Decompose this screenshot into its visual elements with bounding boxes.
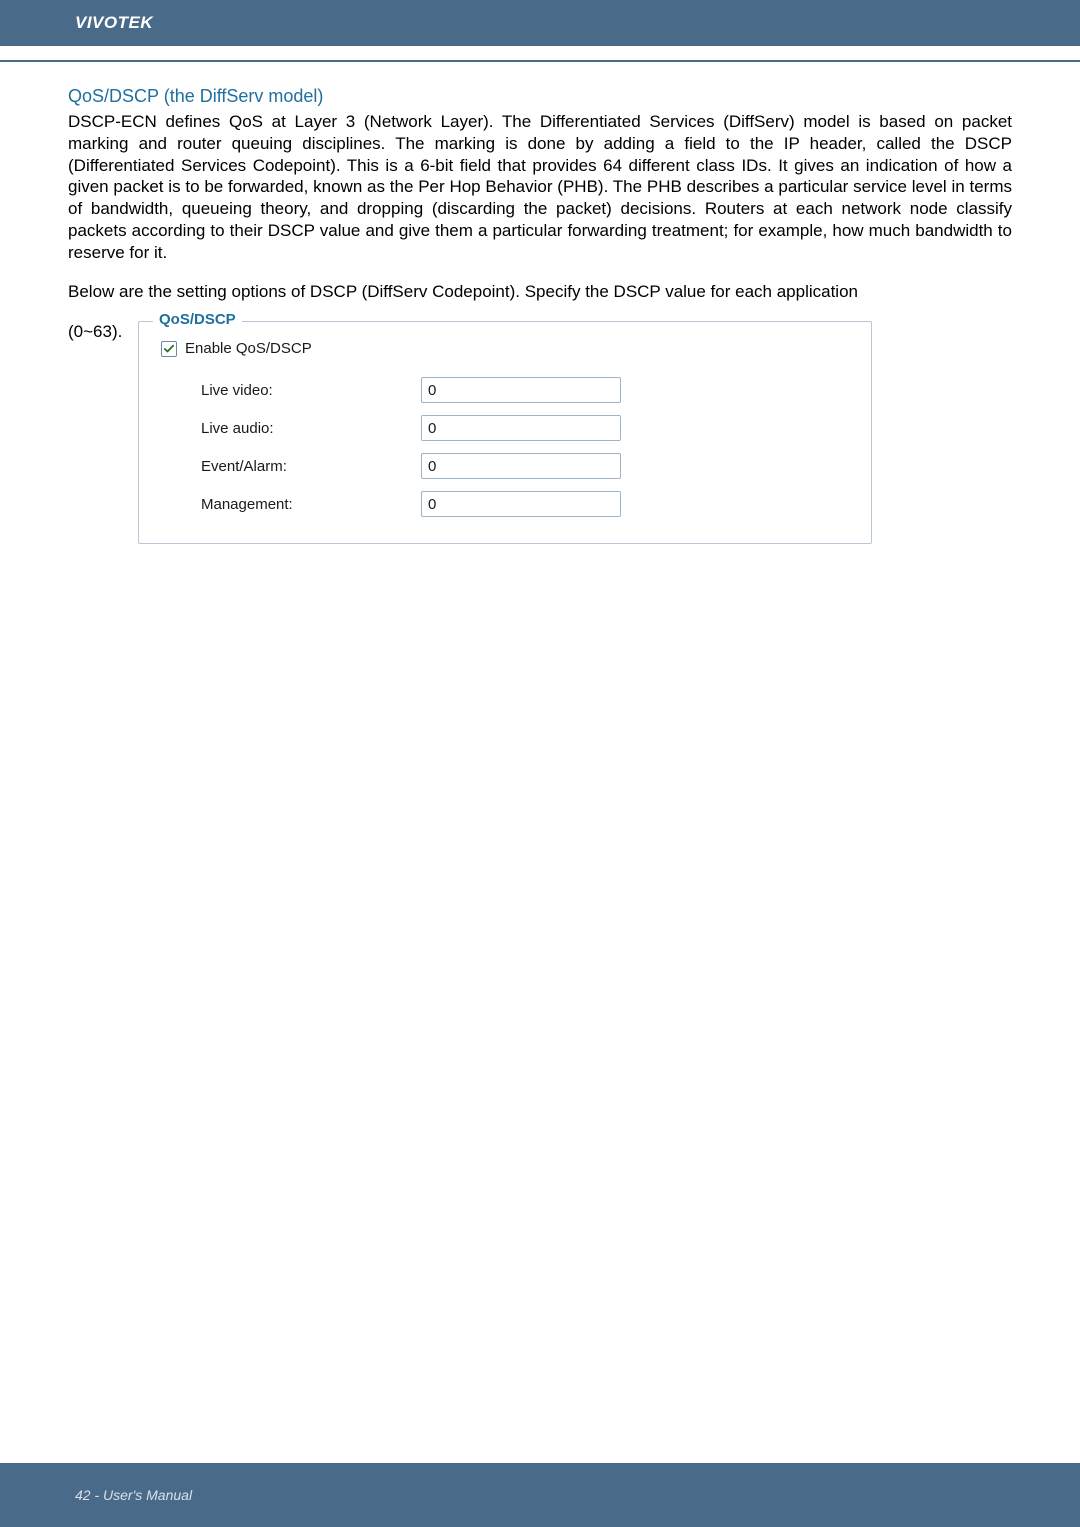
check-icon <box>164 344 174 354</box>
paragraph-2: Below are the setting options of DSCP (D… <box>68 281 1012 303</box>
live-video-input[interactable] <box>421 377 621 403</box>
management-input[interactable] <box>421 491 621 517</box>
qos-dscp-fieldset: QoS/DSCP Enable QoS/DSCP Live video: <box>138 321 872 544</box>
management-label: Management: <box>201 496 421 513</box>
event-alarm-row: Event/Alarm: <box>161 447 849 485</box>
page-header: VIVOTEK <box>0 0 1080 46</box>
live-video-row: Live video: <box>161 371 849 409</box>
footer-text: 42 - User's Manual <box>75 1487 192 1503</box>
event-alarm-input[interactable] <box>421 453 621 479</box>
live-audio-input[interactable] <box>421 415 621 441</box>
enable-qos-label: Enable QoS/DSCP <box>185 340 312 357</box>
page: VIVOTEK QoS/DSCP (the DiffServ model) DS… <box>0 0 1080 1527</box>
panel-wrap: QoS/DSCP Enable QoS/DSCP Live video: <box>138 321 1012 544</box>
range-suffix-label: (0~63). <box>68 321 138 343</box>
page-footer: 42 - User's Manual <box>0 1463 1080 1527</box>
enable-qos-row[interactable]: Enable QoS/DSCP <box>161 340 849 357</box>
paragraph-1: DSCP-ECN defines QoS at Layer 3 (Network… <box>68 111 1012 263</box>
enable-qos-checkbox[interactable] <box>161 341 177 357</box>
live-audio-label: Live audio: <box>201 420 421 437</box>
brand-label: VIVOTEK <box>75 13 153 33</box>
range-and-panel-row: (0~63). QoS/DSCP Enable QoS/DSCP Live vi… <box>68 321 1012 544</box>
live-audio-row: Live audio: <box>161 409 849 447</box>
management-row: Management: <box>161 485 849 523</box>
content-area: QoS/DSCP (the DiffServ model) DSCP-ECN d… <box>0 62 1080 544</box>
live-video-label: Live video: <box>201 382 421 399</box>
section-title: QoS/DSCP (the DiffServ model) <box>68 86 1012 107</box>
event-alarm-label: Event/Alarm: <box>201 458 421 475</box>
fieldset-legend: QoS/DSCP <box>153 311 242 328</box>
